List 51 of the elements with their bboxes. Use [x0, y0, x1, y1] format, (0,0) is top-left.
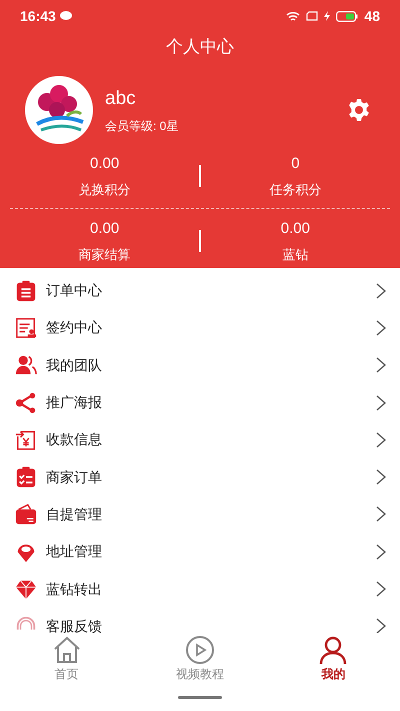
menu-item[interactable]: 地址管理 [0, 533, 400, 570]
stat-value: 0.00 [280, 219, 310, 239]
tab[interactable]: 我的 [266, 635, 400, 683]
chevron-right-icon [376, 581, 386, 598]
charging-icon [324, 11, 330, 21]
stat-value: 0 [291, 154, 300, 174]
video-icon [184, 635, 215, 665]
menu-item[interactable]: 自提管理 [0, 496, 400, 534]
menu-item[interactable]: 客服反馈 [0, 608, 400, 635]
menu-item[interactable]: 推广海报 [0, 384, 400, 422]
menu-item[interactable]: 蓝钻转出 [0, 570, 400, 608]
chevron-right-icon [376, 320, 386, 336]
menu-item[interactable]: 订单中心 [0, 272, 400, 310]
home-indicator [178, 696, 222, 698]
team-icon [15, 354, 37, 376]
stat-label: 兑换积分 [78, 180, 131, 198]
stat-label: 商家结算 [78, 246, 131, 264]
chevron-right-icon [376, 469, 386, 486]
stat-value: 0.00 [90, 219, 120, 239]
menu-item[interactable]: 签约中心 [0, 309, 400, 347]
menu-item[interactable]: 我的团队 [0, 346, 400, 384]
page-title: 个人中心 [166, 36, 234, 58]
sim-icon [306, 11, 318, 21]
stat-value: 0.00 [90, 154, 120, 174]
chevron-right-icon [376, 544, 386, 560]
chevron-right-icon [376, 432, 386, 448]
chevron-right-icon [376, 394, 386, 411]
clipboard-icon [15, 280, 37, 302]
member-level: 会员等级: 0星 [105, 118, 180, 136]
chevron-right-icon [376, 506, 386, 522]
battery-icon [336, 10, 358, 22]
chevron-right-icon [376, 618, 386, 634]
menu-item[interactable]: 商家订单 [0, 458, 400, 496]
payment-icon [15, 428, 37, 451]
menu-item[interactable]: 收款信息 [0, 421, 400, 458]
wallet-icon [15, 503, 37, 526]
diamond-icon [15, 578, 37, 600]
home-icon [52, 635, 82, 665]
chevron-right-icon [376, 282, 386, 299]
stat-label: 蓝钻 [282, 246, 308, 264]
message-icon [60, 11, 72, 21]
wifi-icon [286, 10, 300, 22]
chevron-right-icon [376, 357, 386, 374]
status-time: 16:43 [20, 6, 56, 26]
stat-label: 任务积分 [269, 180, 322, 198]
share-icon [15, 392, 37, 414]
checklist-icon [15, 466, 37, 488]
battery-level: 48 [364, 6, 380, 26]
user-name: abc [105, 86, 137, 111]
user-icon [318, 635, 348, 665]
contract-icon [15, 316, 37, 339]
